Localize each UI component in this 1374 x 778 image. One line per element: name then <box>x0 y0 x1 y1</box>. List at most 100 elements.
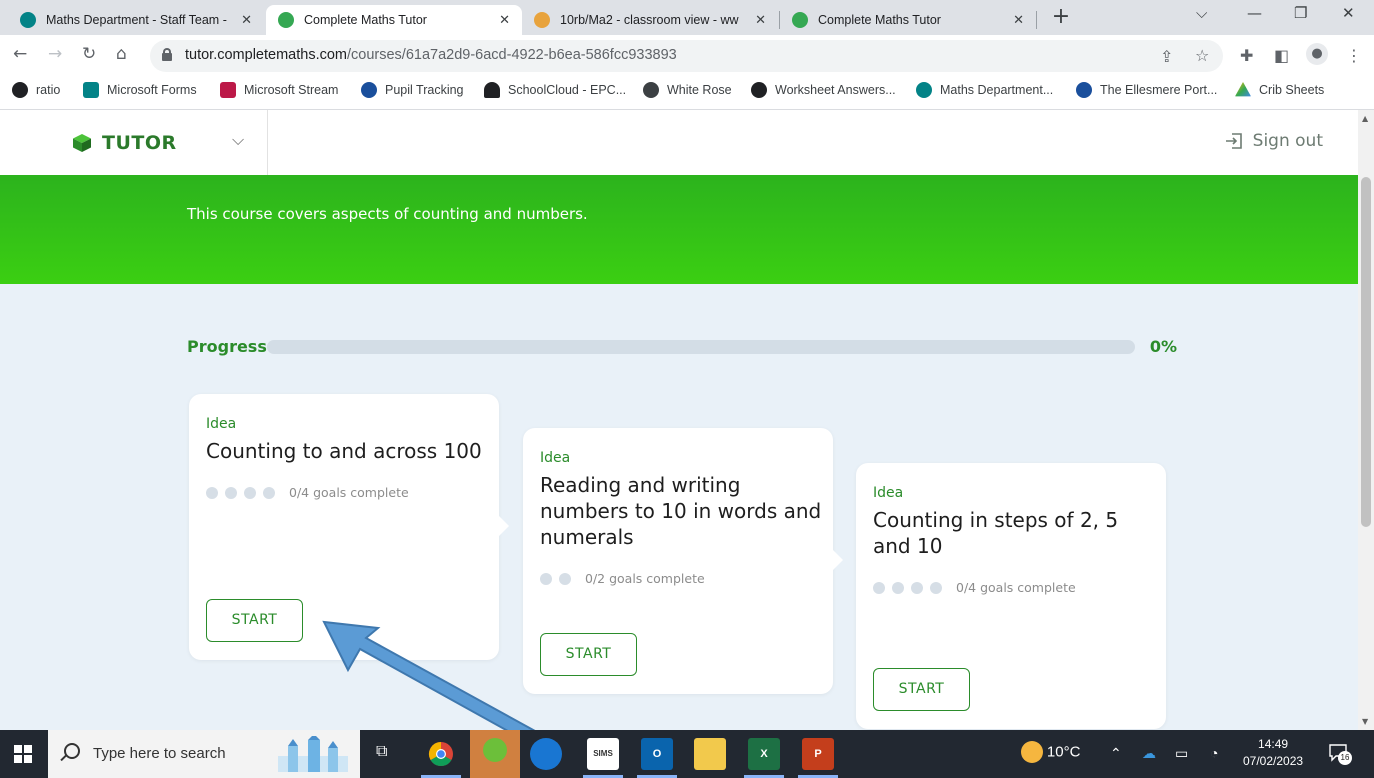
bookmark-label: SchoolCloud - EPC... <box>508 83 627 97</box>
page-scrollbar[interactable]: ▲ ▼ <box>1358 110 1374 730</box>
cube-logo-icon <box>73 134 91 152</box>
bookmark-item[interactable]: ratio <box>12 82 60 98</box>
sign-out-button[interactable]: Sign out <box>1225 131 1323 151</box>
goal-dots <box>540 572 578 585</box>
goals-progress: 0/4 goals complete <box>873 580 1076 595</box>
course-progress: Progress 0% <box>187 337 1177 359</box>
browser-tab-strip: Maths Department - Staff Team - ✕ Comple… <box>0 0 1374 35</box>
browser-tab-3[interactable]: 10rb/Ma2 - classroom view - ww ✕ <box>522 5 778 35</box>
bookmark-item[interactable]: Pupil Tracking <box>361 82 464 98</box>
bookmark-item[interactable]: Microsoft Forms <box>83 82 197 98</box>
goal-dots <box>206 486 282 499</box>
bookmark-item[interactable]: Microsoft Stream <box>220 82 338 98</box>
bookmark-star-icon[interactable]: ☆ <box>1195 46 1209 65</box>
file-explorer-icon[interactable] <box>694 738 726 770</box>
sharepoint-icon <box>916 82 932 98</box>
bookmark-item[interactable]: Crib Sheets <box>1235 82 1324 98</box>
task-view-icon[interactable]: ⧉ <box>376 743 387 761</box>
scrollbar-thumb[interactable] <box>1361 177 1371 527</box>
restore-icon[interactable]: ❐ <box>1294 4 1307 22</box>
url-host: tutor.completemaths.com <box>185 47 347 63</box>
tab-search-icon[interactable]: ⌵ <box>1196 4 1207 22</box>
goals-progress: 0/4 goals complete <box>206 485 409 500</box>
taskbar-clock[interactable]: 14:49 07/02/2023 <box>1243 736 1303 770</box>
bookmark-label: The Ellesmere Port... <box>1100 83 1218 97</box>
bookmark-label: Microsoft Forms <box>107 83 197 97</box>
browser-tab-1[interactable]: Maths Department - Staff Team - ✕ <box>8 5 264 35</box>
card-title[interactable]: Counting to and across 100 <box>206 438 491 464</box>
card-title[interactable]: Counting in steps of 2, 5 and 10 <box>873 507 1158 559</box>
idea-card-2: Idea Reading and writing numbers to 10 i… <box>523 428 843 694</box>
windows-start-icon[interactable] <box>14 745 32 763</box>
forward-icon[interactable]: → <box>48 44 62 64</box>
window-close-icon[interactable]: ✕ <box>1342 4 1355 22</box>
browser-tab-2[interactable]: Complete Maths Tutor ✕ <box>266 5 522 35</box>
close-icon[interactable]: ✕ <box>499 12 510 28</box>
course-description: This course covers aspects of counting a… <box>187 205 588 223</box>
windows-taskbar: Type here to search ⧉ SIMS O X P 10°C ⌃ … <box>0 730 1374 778</box>
castle-illustration-icon <box>278 736 348 772</box>
menu-kebab-icon[interactable]: ⋮ <box>1346 46 1362 65</box>
weather-widget[interactable]: 10°C <box>1021 741 1080 763</box>
close-icon[interactable]: ✕ <box>241 12 252 28</box>
chevron-down-icon[interactable]: ⌵ <box>232 130 244 150</box>
browser-tab-4[interactable]: Complete Maths Tutor ✕ <box>780 5 1036 35</box>
progress-label: Progress <box>187 337 267 356</box>
edge-icon[interactable] <box>530 738 562 770</box>
app-header: TUTOR ⌵ Sign out <box>0 110 1358 175</box>
course-hero: This course covers aspects of counting a… <box>0 175 1358 284</box>
bookmark-label: White Rose <box>667 83 732 97</box>
extensions-icon[interactable]: ✚ <box>1240 46 1253 65</box>
notification-center-icon[interactable]: 16 <box>1328 743 1352 765</box>
bookmark-label: Pupil Tracking <box>385 83 464 97</box>
tab-label: Complete Maths Tutor <box>818 13 941 27</box>
card-type-label: Idea <box>873 485 904 501</box>
sims-icon[interactable]: SIMS <box>587 738 619 770</box>
bookmark-item[interactable]: Worksheet Answers... <box>751 82 896 98</box>
chrome-icon[interactable] <box>425 738 457 770</box>
close-icon[interactable]: ✕ <box>755 12 766 28</box>
close-icon[interactable]: ✕ <box>1013 12 1024 28</box>
reload-icon[interactable]: ↻ <box>82 44 96 64</box>
battery-icon[interactable]: ▭ <box>1175 745 1188 762</box>
start-button[interactable]: START <box>873 668 970 711</box>
bookmark-item[interactable]: White Rose <box>643 82 732 98</box>
progress-percent: 0% <box>1149 337 1177 356</box>
card-type-label: Idea <box>206 416 237 432</box>
new-tab-button[interactable]: + <box>1048 5 1074 31</box>
scroll-down-icon[interactable]: ▼ <box>1362 717 1368 726</box>
taskbar-search[interactable]: Type here to search <box>48 730 360 778</box>
address-bar[interactable]: tutor.completemaths.com/courses/61a7a2d9… <box>150 40 1223 72</box>
start-button[interactable]: START <box>206 599 303 642</box>
side-panel-icon[interactable]: ◧ <box>1274 46 1289 65</box>
goal-dots <box>873 581 949 594</box>
profile-avatar-icon[interactable]: ● <box>1306 43 1328 65</box>
start-button[interactable]: START <box>540 633 637 676</box>
card-title[interactable]: Reading and writing numbers to 10 in wor… <box>540 472 825 550</box>
tab-label: Complete Maths Tutor <box>304 13 427 27</box>
minimize-icon[interactable]: — <box>1247 4 1262 22</box>
share-icon[interactable]: ⇪ <box>1160 47 1173 66</box>
tutor-logo[interactable]: TUTOR <box>72 132 177 154</box>
bookmark-label: Maths Department... <box>940 83 1054 97</box>
complete-maths-icon <box>792 12 808 28</box>
scroll-up-icon[interactable]: ▲ <box>1362 114 1368 123</box>
excel-icon[interactable]: X <box>748 738 780 770</box>
logo-text: TUTOR <box>102 132 177 154</box>
chevron-up-icon[interactable]: ⌃ <box>1110 745 1122 762</box>
goal-dot <box>263 486 275 499</box>
weather-temp: 10°C <box>1046 743 1081 761</box>
bookmark-item[interactable]: SchoolCloud - EPC... <box>484 82 626 98</box>
outlook-icon[interactable]: O <box>641 738 673 770</box>
search-icon <box>64 743 80 759</box>
bookmark-label: Microsoft Stream <box>244 83 339 97</box>
complete-maths-icon <box>278 12 294 28</box>
bookmark-item[interactable]: The Ellesmere Port... <box>1076 82 1217 98</box>
home-icon[interactable]: ⌂ <box>116 44 127 64</box>
wifi-icon[interactable]: ◔ <box>1210 745 1218 761</box>
back-icon[interactable]: ← <box>13 44 27 64</box>
app-green-icon[interactable] <box>470 730 520 778</box>
onedrive-icon[interactable]: ☁ <box>1142 745 1156 762</box>
powerpoint-icon[interactable]: P <box>802 738 834 770</box>
bookmark-item[interactable]: Maths Department... <box>916 82 1053 98</box>
